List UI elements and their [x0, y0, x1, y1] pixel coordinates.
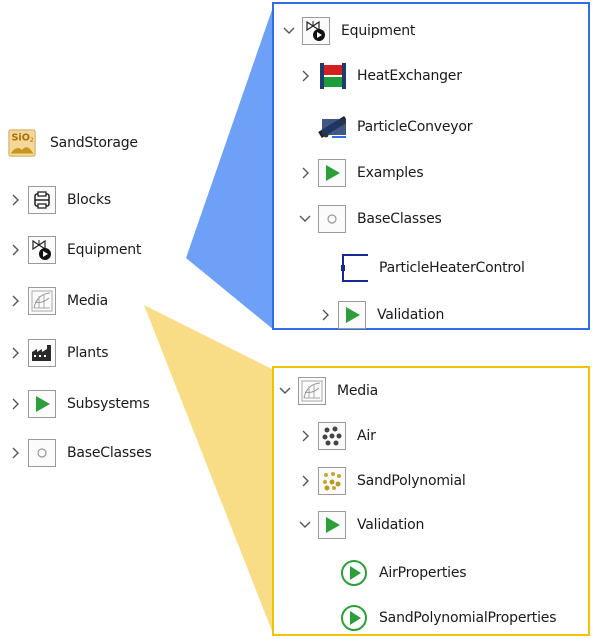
tree-item-label: Air [357, 428, 376, 444]
media-item-sandpolynomial[interactable]: SandPolynomial [298, 466, 466, 496]
tree-item-label: BaseClasses [67, 445, 152, 461]
tree-item-label: HeatExchanger [357, 68, 462, 84]
tree-item-label: Plants [67, 345, 109, 361]
tree-item-label: Blocks [67, 192, 111, 208]
tree-item-label: Media [67, 293, 109, 309]
equipment-item-examples[interactable]: Examples [298, 158, 424, 188]
play-circle-icon [340, 559, 368, 587]
media-item-air[interactable]: Air [298, 421, 376, 451]
equipment-item-validation[interactable]: Validation [318, 300, 444, 330]
air-particles-icon [318, 422, 346, 450]
media-diagram-icon [298, 377, 326, 405]
factory-icon [28, 339, 56, 367]
chevron-right-icon[interactable] [8, 398, 22, 410]
media-item-sandpolynomialproperties[interactable]: SandPolynomialProperties [340, 603, 556, 633]
equipment-valve-pump-icon [302, 17, 330, 45]
chevron-down-icon[interactable] [298, 215, 312, 223]
chevron-right-icon[interactable] [298, 430, 312, 442]
equipment-item-particleconveyor[interactable]: ParticleConveyor [318, 112, 472, 142]
tree-item-label: AirProperties [379, 565, 467, 581]
play-triangle-icon [28, 390, 56, 418]
media-item-validation[interactable]: Validation [298, 510, 424, 540]
tree-item-label: ParticleConveyor [357, 119, 473, 135]
heat-exchanger-icon [318, 62, 346, 90]
media-header-label: Media [337, 383, 379, 399]
play-triangle-icon [318, 511, 346, 539]
chevron-right-icon[interactable] [298, 167, 312, 179]
tree-item-label: BaseClasses [357, 211, 442, 227]
chevron-down-icon[interactable] [282, 27, 296, 35]
chevron-right-icon[interactable] [8, 347, 22, 359]
chevron-right-icon[interactable] [8, 244, 22, 256]
root-label: SandStorage [50, 135, 138, 151]
equipment-header[interactable]: Equipment [282, 16, 415, 46]
chevron-down-icon[interactable] [278, 387, 292, 395]
tree-item-label: Validation [357, 517, 425, 533]
tree-item-media[interactable]: Media [8, 286, 108, 316]
equipment-valve-pump-icon [28, 236, 56, 264]
media-callout-wedge [144, 305, 274, 636]
chevron-down-icon[interactable] [298, 521, 312, 529]
tree-item-blocks[interactable]: Blocks [8, 185, 111, 215]
svg-text:SiO: SiO [12, 132, 30, 143]
media-callout-panel [272, 366, 590, 636]
chevron-right-icon[interactable] [8, 194, 22, 206]
control-block-icon [340, 254, 368, 282]
equipment-callout-wedge [186, 4, 274, 330]
tree-item-label: SandPolynomialProperties [379, 610, 557, 626]
tree-item-equipment[interactable]: Equipment [8, 235, 141, 265]
chevron-right-icon[interactable] [318, 309, 332, 321]
tree-item-label: SandPolynomial [357, 473, 466, 489]
base-circle-icon [318, 205, 346, 233]
tree-item-label: ParticleHeaterControl [379, 260, 525, 276]
sio2-sand-icon: SiO 2 [8, 129, 36, 157]
tree-item-label: Examples [357, 165, 424, 181]
tree-item-baseclasses[interactable]: BaseClasses [8, 438, 152, 468]
media-diagram-icon [28, 287, 56, 315]
svg-text:2: 2 [30, 137, 34, 144]
chevron-right-icon[interactable] [298, 70, 312, 82]
media-item-airproperties[interactable]: AirProperties [340, 558, 467, 588]
tree-item-plants[interactable]: Plants [8, 338, 109, 368]
equipment-item-baseclasses[interactable]: BaseClasses [298, 204, 442, 234]
blocks-icon [28, 186, 56, 214]
play-triangle-icon [318, 159, 346, 187]
tree-item-label: Validation [377, 307, 445, 323]
tree-item-subsystems[interactable]: Subsystems [8, 389, 150, 419]
play-circle-icon [340, 604, 368, 632]
chevron-right-icon[interactable] [8, 447, 22, 459]
equipment-item-particleheatercontrol[interactable]: ParticleHeaterControl [340, 253, 525, 283]
play-triangle-icon [338, 301, 366, 329]
chevron-right-icon[interactable] [8, 295, 22, 307]
tree-item-label: Equipment [67, 242, 142, 258]
chevron-right-icon[interactable] [298, 475, 312, 487]
conveyor-icon [318, 113, 346, 141]
equipment-item-heatexchanger[interactable]: HeatExchanger [298, 61, 462, 91]
sand-particles-icon [318, 467, 346, 495]
tree-item-label: Subsystems [67, 396, 150, 412]
tree-root-sandstorage[interactable]: SiO 2 SandStorage [8, 128, 138, 158]
base-circle-icon [28, 439, 56, 467]
equipment-header-label: Equipment [341, 23, 416, 39]
media-header[interactable]: Media [278, 376, 378, 406]
